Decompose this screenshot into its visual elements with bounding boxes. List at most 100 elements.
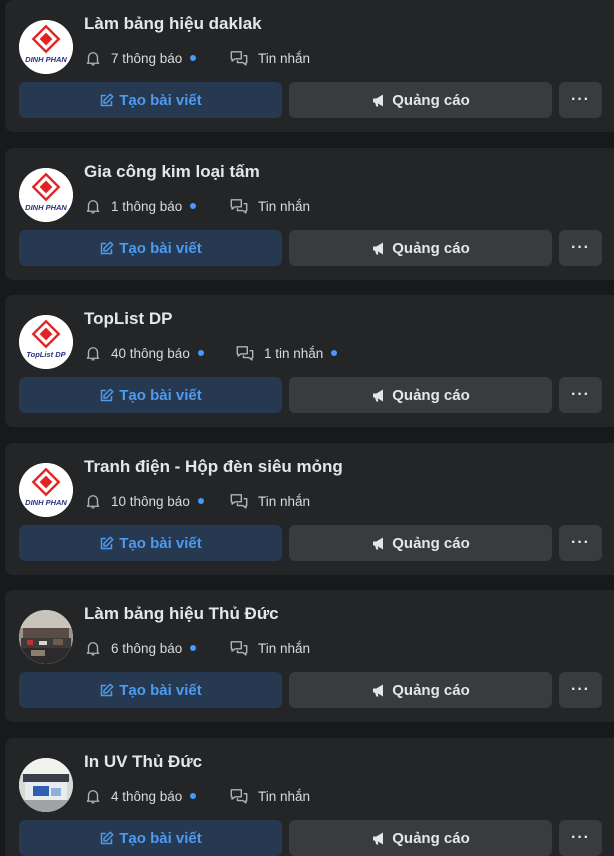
chat-icon bbox=[229, 639, 258, 657]
notifications-count: 1 thông báo bbox=[111, 198, 183, 214]
svg-text:DINH PHAN: DINH PHAN bbox=[25, 203, 67, 212]
create-post-label: Tạo bài viết bbox=[119, 91, 202, 109]
create-post-button[interactable]: Tạo bài viết bbox=[19, 525, 282, 561]
more-icon: ··· bbox=[571, 239, 590, 256]
messages-label: Tin nhắn bbox=[258, 640, 311, 656]
messages-link[interactable]: Tin nhắn bbox=[229, 196, 310, 216]
bell-icon bbox=[84, 49, 111, 67]
notifications-link[interactable]: 7 thông báo bbox=[84, 48, 197, 68]
bell-icon bbox=[84, 197, 111, 215]
notifications-count: 7 thông báo bbox=[111, 50, 183, 66]
create-post-label: Tạo bài viết bbox=[119, 386, 202, 404]
more-options-button[interactable]: ··· bbox=[559, 672, 602, 708]
notifications-count: 10 thông báo bbox=[111, 493, 190, 509]
unread-dot bbox=[331, 350, 338, 356]
unread-dot bbox=[197, 498, 204, 504]
more-options-button[interactable]: ··· bbox=[559, 525, 602, 561]
edit-icon bbox=[99, 241, 119, 256]
create-post-label: Tạo bài viết bbox=[119, 239, 202, 257]
ads-button[interactable]: Quảng cáo bbox=[289, 377, 552, 413]
ads-label: Quảng cáo bbox=[392, 829, 470, 847]
messages-label: Tin nhắn bbox=[258, 198, 311, 214]
messages-link[interactable]: 1 tin nhắn bbox=[235, 343, 338, 363]
page-avatar[interactable]: TopList DP bbox=[19, 315, 73, 369]
notifications-link[interactable]: 10 thông báo bbox=[84, 491, 204, 511]
ads-button[interactable]: Quảng cáo bbox=[289, 672, 552, 708]
megaphone-icon bbox=[371, 831, 392, 846]
create-post-button[interactable]: Tạo bài viết bbox=[19, 820, 282, 856]
page-name[interactable]: Tranh điện - Hộp đèn siêu mỏng bbox=[84, 457, 343, 477]
page-avatar[interactable]: DINH PHAN bbox=[19, 168, 73, 222]
more-icon: ··· bbox=[571, 681, 590, 698]
edit-icon bbox=[99, 683, 119, 698]
page-card: DINH PHAN Làm bảng hiệu daklak 7 thông b… bbox=[5, 0, 614, 132]
svg-text:DINH PHAN: DINH PHAN bbox=[25, 55, 67, 64]
notifications-count: 40 thông báo bbox=[111, 345, 190, 361]
create-post-button[interactable]: Tạo bài viết bbox=[19, 82, 282, 118]
megaphone-icon bbox=[371, 93, 392, 108]
messages-link[interactable]: Tin nhắn bbox=[229, 638, 310, 658]
edit-icon bbox=[99, 388, 119, 403]
page-avatar[interactable] bbox=[19, 610, 73, 664]
messages-link[interactable]: Tin nhắn bbox=[229, 491, 310, 511]
page-avatar[interactable]: DINH PHAN bbox=[19, 463, 73, 517]
page-name[interactable]: Làm bảng hiệu Thủ Đức bbox=[84, 604, 279, 624]
chat-icon bbox=[229, 492, 258, 510]
create-post-label: Tạo bài viết bbox=[119, 534, 202, 552]
page-avatar[interactable] bbox=[19, 758, 73, 812]
create-post-label: Tạo bài viết bbox=[119, 681, 202, 699]
ads-button[interactable]: Quảng cáo bbox=[289, 820, 552, 856]
page-name[interactable]: TopList DP bbox=[84, 309, 172, 329]
chat-icon bbox=[229, 49, 258, 67]
unread-dot bbox=[190, 203, 197, 209]
edit-icon bbox=[99, 831, 119, 846]
more-options-button[interactable]: ··· bbox=[559, 820, 602, 856]
notifications-count: 4 thông báo bbox=[111, 788, 183, 804]
create-post-button[interactable]: Tạo bài viết bbox=[19, 377, 282, 413]
bell-icon bbox=[84, 787, 111, 805]
create-post-button[interactable]: Tạo bài viết bbox=[19, 672, 282, 708]
page-card: DINH PHAN Tranh điện - Hộp đèn siêu mỏng… bbox=[5, 443, 614, 575]
page-card: DINH PHAN Gia công kim loại tấm 1 thông … bbox=[5, 148, 614, 280]
page-card: TopList DP TopList DP 40 thông báo 1 tin… bbox=[5, 295, 614, 427]
create-post-button[interactable]: Tạo bài viết bbox=[19, 230, 282, 266]
more-icon: ··· bbox=[571, 829, 590, 846]
unread-dot bbox=[190, 793, 197, 799]
page-card: Làm bảng hiệu Thủ Đức 6 thông báo Tin nh… bbox=[5, 590, 614, 722]
messages-label: Tin nhắn bbox=[258, 50, 311, 66]
messages-link[interactable]: Tin nhắn bbox=[229, 786, 310, 806]
unread-dot bbox=[190, 645, 197, 651]
messages-link[interactable]: Tin nhắn bbox=[229, 48, 310, 68]
messages-label: 1 tin nhắn bbox=[264, 345, 324, 361]
page-name[interactable]: Làm bảng hiệu daklak bbox=[84, 14, 262, 34]
notifications-link[interactable]: 4 thông báo bbox=[84, 786, 197, 806]
page-list: DINH PHAN Làm bảng hiệu daklak 7 thông b… bbox=[0, 0, 614, 856]
bell-icon bbox=[84, 492, 111, 510]
notifications-count: 6 thông báo bbox=[111, 640, 183, 656]
ads-button[interactable]: Quảng cáo bbox=[289, 230, 552, 266]
page-avatar[interactable]: DINH PHAN bbox=[19, 20, 73, 74]
ads-button[interactable]: Quảng cáo bbox=[289, 525, 552, 561]
ads-label: Quảng cáo bbox=[392, 534, 470, 552]
notifications-link[interactable]: 40 thông báo bbox=[84, 343, 204, 363]
notifications-link[interactable]: 1 thông báo bbox=[84, 196, 197, 216]
chat-icon bbox=[229, 787, 258, 805]
more-options-button[interactable]: ··· bbox=[559, 82, 602, 118]
chat-icon bbox=[229, 197, 258, 215]
page-name[interactable]: Gia công kim loại tấm bbox=[84, 162, 260, 182]
notifications-link[interactable]: 6 thông báo bbox=[84, 638, 197, 658]
messages-label: Tin nhắn bbox=[258, 788, 311, 804]
edit-icon bbox=[99, 93, 119, 108]
more-icon: ··· bbox=[571, 534, 590, 551]
messages-label: Tin nhắn bbox=[258, 493, 311, 509]
more-icon: ··· bbox=[571, 91, 590, 108]
megaphone-icon bbox=[371, 241, 392, 256]
more-options-button[interactable]: ··· bbox=[559, 377, 602, 413]
megaphone-icon bbox=[371, 683, 392, 698]
page-name[interactable]: In UV Thủ Đức bbox=[84, 752, 202, 772]
more-options-button[interactable]: ··· bbox=[559, 230, 602, 266]
svg-text:TopList DP: TopList DP bbox=[26, 350, 66, 359]
ads-label: Quảng cáo bbox=[392, 91, 470, 109]
bell-icon bbox=[84, 639, 111, 657]
ads-button[interactable]: Quảng cáo bbox=[289, 82, 552, 118]
